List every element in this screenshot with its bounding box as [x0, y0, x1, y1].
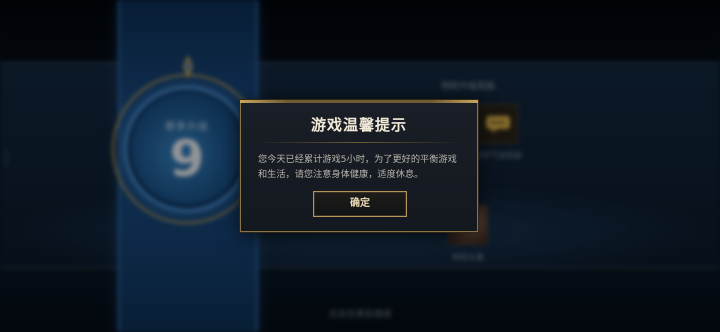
dialog-title: 游戏温馨提示 [310, 116, 407, 134]
dialog-message: 您今天已经累计游戏5小时，为了更好的平衡游戏和生活，请您注意身体健康，适度休息。 [258, 154, 457, 180]
confirm-button[interactable]: 确定 [313, 191, 407, 217]
dialog-divider [257, 142, 461, 143]
game-screen: 赛季升级 9 特权升级奖励 聊天气泡奖励 特权头像 点击任意处继续 ANTI 游… [0, 0, 720, 332]
health-reminder-dialog: 游戏温馨提示 您今天已经累计游戏5小时，为了更好的平衡游戏和生活，请您注意身体健… [240, 100, 478, 232]
dialog-top-border [240, 100, 478, 103]
